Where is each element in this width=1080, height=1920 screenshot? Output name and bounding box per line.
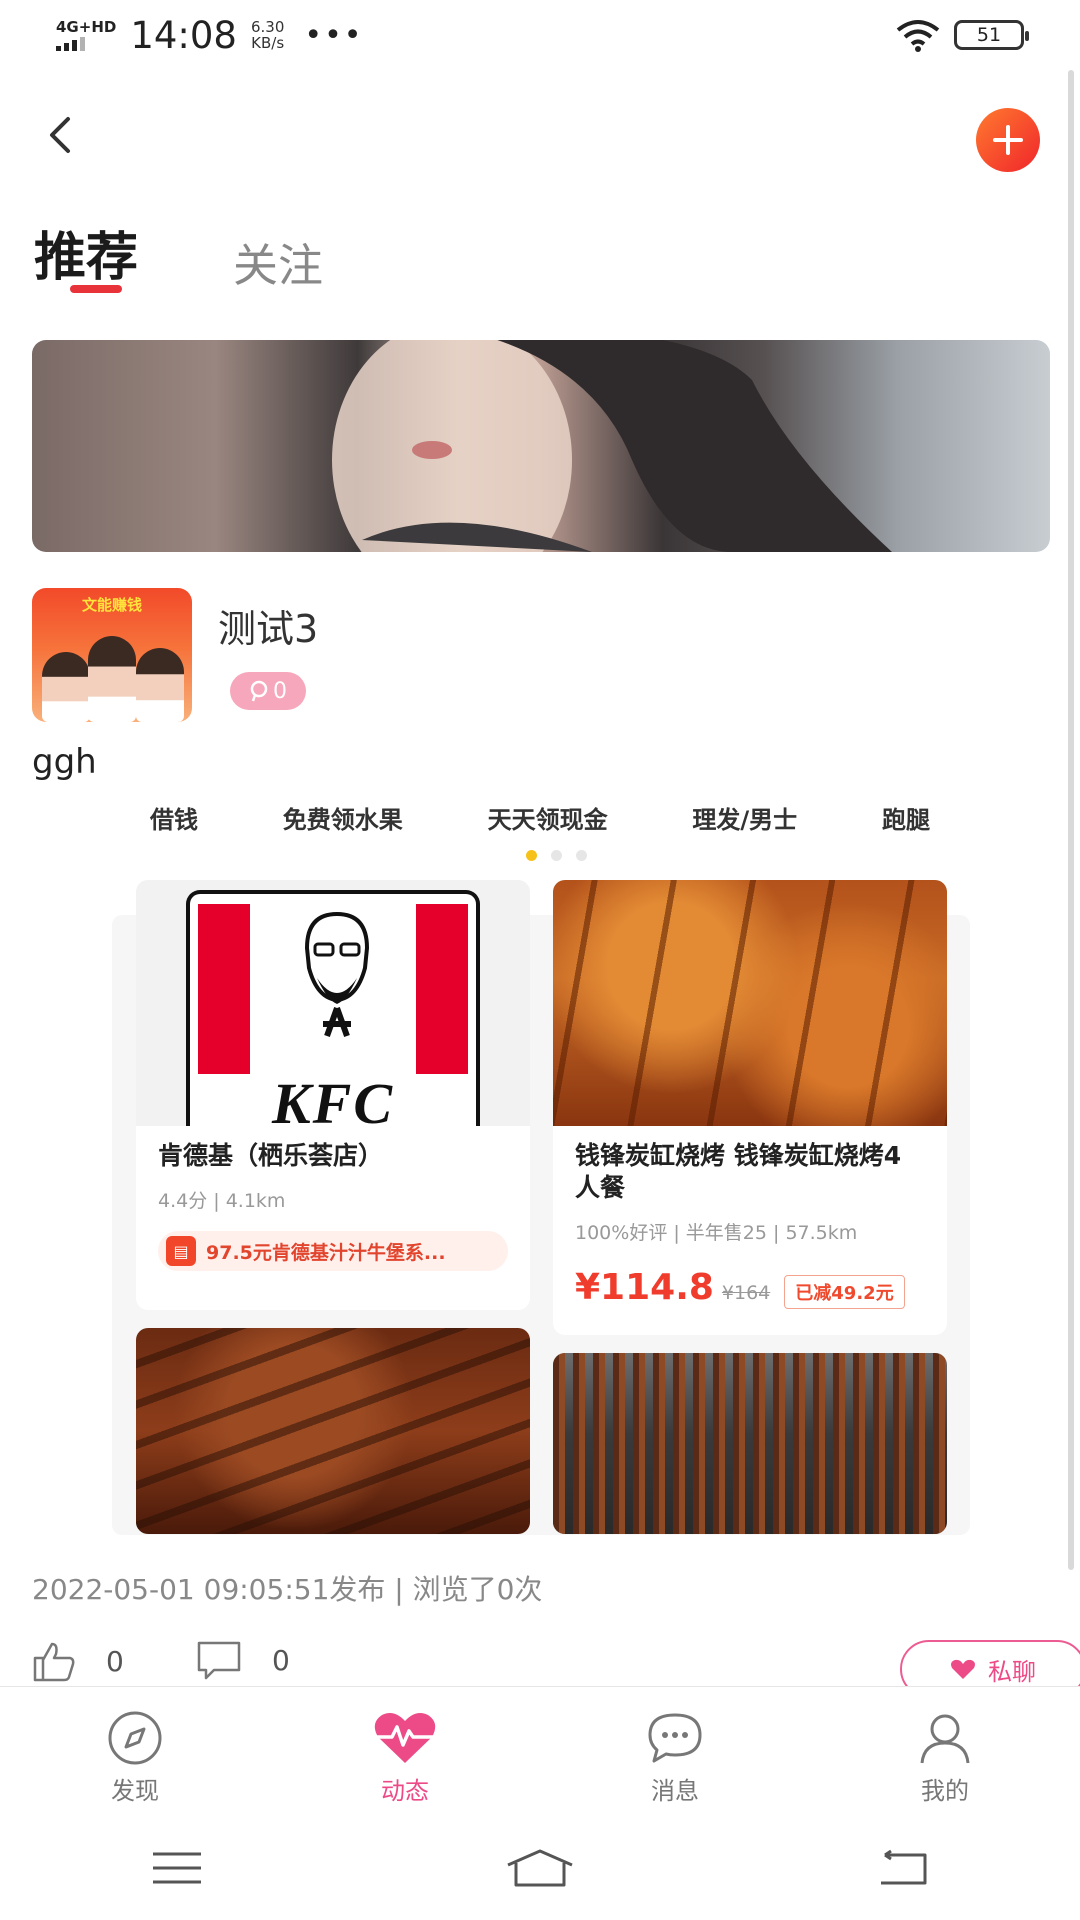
tab-follow-label: 关注 <box>233 239 324 292</box>
post-text: ggh <box>32 742 97 782</box>
page-dots <box>0 850 1080 861</box>
plus-icon <box>993 125 1023 155</box>
private-chat-label: 私聊 <box>988 1657 1036 1686</box>
tab-messages[interactable]: 消息 <box>540 1687 810 1816</box>
promo-tag: ▤ 97.5元肯德基汁汁牛堡系... <box>158 1231 508 1271</box>
compass-icon <box>108 1711 162 1765</box>
network-indicator: 4G+HD <box>56 19 116 51</box>
like-button[interactable]: 0 <box>32 1640 124 1682</box>
comment-count: 0 <box>272 1643 290 1677</box>
kfc-wordmark: KFC <box>271 1071 395 1126</box>
user-icon <box>920 1714 970 1764</box>
menu-icon[interactable] <box>151 1850 203 1886</box>
bbq-skewers-image <box>553 880 947 1126</box>
pin-icon <box>250 680 268 702</box>
back-button[interactable] <box>34 110 84 160</box>
grilled-meat-image <box>136 1328 530 1534</box>
store-title: 肯德基（栖乐荟店） <box>158 1141 384 1170</box>
comment-badge: 0 <box>230 672 306 710</box>
promo-text: 97.5元肯德基汁汁牛堡系... <box>206 1241 446 1264</box>
chat-bubble-icon <box>648 1713 702 1763</box>
page-dot <box>575 850 587 861</box>
category-item: 理发/男士 <box>692 806 798 834</box>
back-nav-icon[interactable] <box>877 1849 929 1887</box>
comment-icon <box>197 1641 241 1680</box>
author-avatar[interactable]: 文能赚钱 <box>32 588 192 722</box>
like-count: 0 <box>106 1644 124 1678</box>
scrollbar[interactable] <box>1068 70 1074 1570</box>
store-card-kfc[interactable]: KFC 肯德基（栖乐荟店） 4.4分 | 4.1km ▤ 97.5元肯德基汁汁牛… <box>136 880 530 1310</box>
top-nav <box>0 90 1060 180</box>
tab-me-label: 我的 <box>921 1777 969 1805</box>
category-item: 跑腿 <box>881 806 930 834</box>
tab-discover-label: 发现 <box>111 1777 159 1805</box>
chevron-left-icon <box>50 117 70 153</box>
store-card-bbq[interactable]: 钱锋炭缸烧烤 钱锋炭缸烧烤4人餐 100%好评 | 半年售25 | 57.5km… <box>553 880 947 1335</box>
speed-value: 6.30 <box>250 18 285 36</box>
price-row: ¥114.8 ¥164 已减49.2元 <box>575 1267 925 1309</box>
thumbs-up-icon <box>33 1642 75 1682</box>
tab-messages-label: 消息 <box>651 1777 699 1805</box>
more-notifications: ••• <box>304 17 364 53</box>
battery-level: 51 <box>976 24 1002 46</box>
kfc-stripe <box>198 904 250 1074</box>
kfc-logo-image: KFC <box>136 880 530 1126</box>
banner-photo <box>332 340 892 552</box>
author-name[interactable]: 测试3 <box>218 598 318 653</box>
price: ¥114.8 <box>575 1267 714 1308</box>
ticket-icon: ▤ <box>166 1236 196 1266</box>
kfc-stripe <box>416 904 468 1074</box>
bottom-tab-bar: 发现 动态 消息 我的 <box>0 1686 1080 1816</box>
tab-follow[interactable]: 关注 <box>233 229 323 294</box>
tab-moments[interactable]: 动态 <box>270 1687 540 1816</box>
heartbeat-icon <box>374 1713 436 1763</box>
home-icon[interactable] <box>504 1847 576 1889</box>
colonel-icon <box>304 911 370 1038</box>
tab-active-indicator <box>70 285 122 293</box>
store-card-image[interactable] <box>553 1353 947 1534</box>
add-post-button[interactable] <box>976 108 1040 172</box>
category-item: 天天领现金 <box>487 806 608 834</box>
store-title: 钱锋炭缸烧烤 钱锋炭缸烧烤4人餐 <box>575 1141 902 1202</box>
comment-badge-count: 0 <box>273 678 287 704</box>
feed-tabs: 推荐 关注 <box>34 215 323 305</box>
heart-icon <box>951 1659 975 1679</box>
avatar-caption: 文能赚钱 <box>81 596 142 614</box>
network-speed: 6.30 KB/s <box>251 19 284 51</box>
banner-image[interactable] <box>32 340 1050 552</box>
signal-icon <box>56 37 116 51</box>
network-label: 4G+HD <box>56 18 117 36</box>
clock: 14:08 <box>130 13 237 57</box>
post-meta: 2022-05-01 09:05:51发布 | 浏览了0次 <box>32 1573 543 1606</box>
store-rating: 4.4分 | 4.1km <box>158 1190 286 1212</box>
grill-skewers-image <box>553 1353 947 1534</box>
tab-recommend-label: 推荐 <box>34 228 139 288</box>
store-card-image[interactable] <box>136 1328 530 1534</box>
avatar-figure <box>136 648 184 722</box>
store-rating: 100%好评 | 半年售25 | 57.5km <box>575 1222 858 1244</box>
tab-moments-label: 动态 <box>381 1777 429 1805</box>
page-dot <box>550 850 562 861</box>
screen: 4G+HD 14:08 6.30 KB/s ••• 51 推荐 关注 文能赚钱 … <box>0 0 1080 1920</box>
kfc-sign: KFC <box>186 890 480 1126</box>
tab-recommend[interactable]: 推荐 <box>34 215 139 293</box>
page-dot-active <box>525 850 537 861</box>
tab-me[interactable]: 我的 <box>810 1687 1080 1816</box>
category-item: 免费领水果 <box>282 806 403 834</box>
category-item: 借钱 <box>150 806 198 834</box>
avatar-figure <box>88 636 136 722</box>
speed-unit: KB/s <box>251 34 285 52</box>
status-bar: 4G+HD 14:08 6.30 KB/s ••• 51 <box>0 0 1080 70</box>
comment-button[interactable]: 0 <box>196 1640 290 1680</box>
avatar-figure <box>42 652 90 722</box>
discount-badge: 已减49.2元 <box>784 1275 905 1309</box>
battery-icon: 51 <box>954 20 1029 50</box>
tab-discover[interactable]: 发现 <box>0 1687 270 1816</box>
embedded-categories: 借钱 免费领水果 天天领现金 理发/男士 跑腿 <box>150 800 930 835</box>
system-nav-bar <box>0 1816 1080 1920</box>
wifi-icon <box>896 20 940 52</box>
original-price: ¥164 <box>721 1282 771 1304</box>
